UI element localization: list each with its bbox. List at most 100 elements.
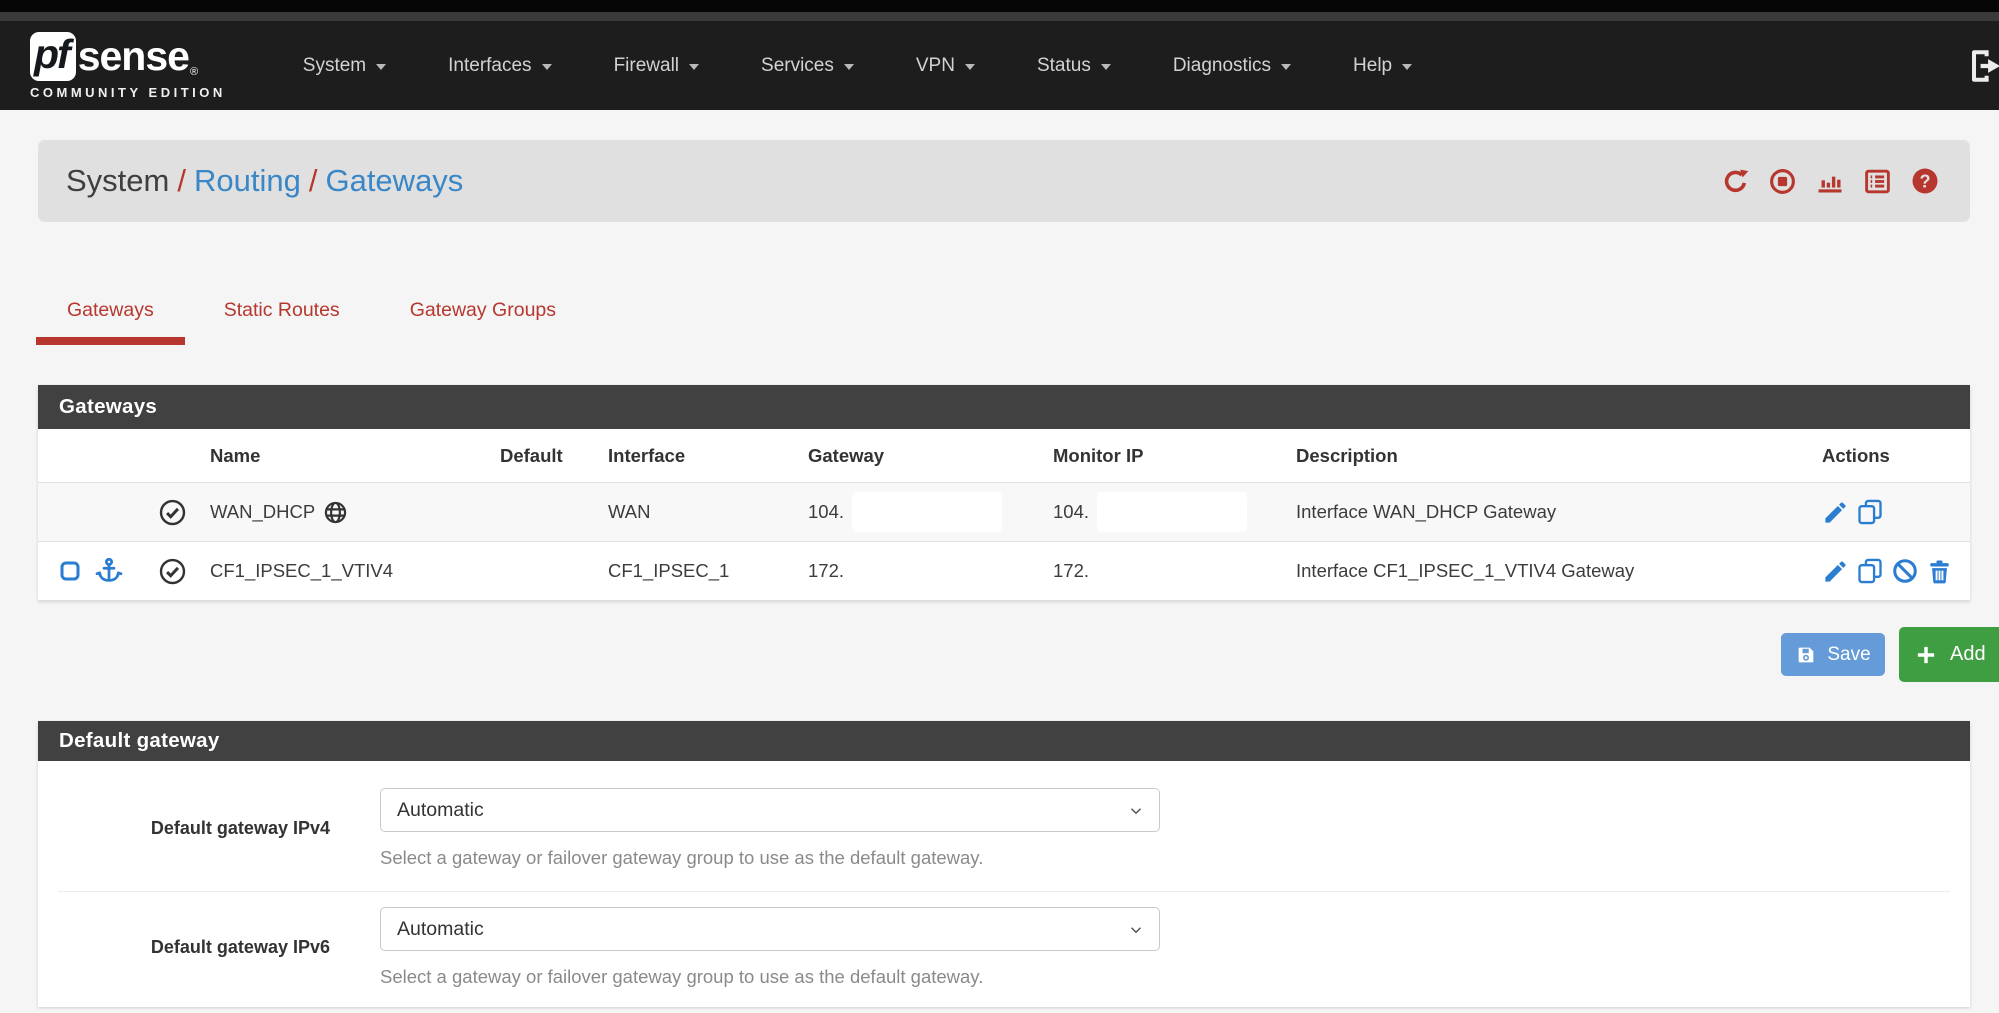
col-actions: Actions xyxy=(1822,445,1970,467)
nav-menu: System Interfaces Firewall Services VPN … xyxy=(272,55,1443,77)
default-gateway-ipv6-help: Select a gateway or failover gateway gro… xyxy=(380,966,1160,988)
breadcrumb-routing-link[interactable]: Routing xyxy=(194,163,301,198)
breadcrumb-bar: System/Routing/Gateways xyxy=(38,140,1970,222)
monitor-ip: 104. xyxy=(1053,501,1089,523)
pfsense-logo-sense: sense xyxy=(78,36,189,77)
tab-gateway-groups[interactable]: Gateway Groups xyxy=(379,283,587,345)
nav-item-label: Services xyxy=(761,55,834,77)
gateway-status-icon xyxy=(158,557,210,586)
redaction-box xyxy=(852,492,1002,532)
edit-icon[interactable] xyxy=(1822,499,1849,526)
col-description: Description xyxy=(1296,445,1822,467)
gateway-interface: CF1_IPSEC_1 xyxy=(608,560,808,582)
chevron-down-icon xyxy=(1127,921,1145,939)
nav-item-vpn[interactable]: VPN xyxy=(885,55,1006,77)
plus-icon xyxy=(1913,642,1939,668)
tab-static-routes[interactable]: Static Routes xyxy=(193,283,371,345)
add-button[interactable]: Add xyxy=(1899,627,1999,682)
anchor-icon[interactable] xyxy=(94,556,124,586)
col-interface: Interface xyxy=(608,445,808,467)
breadcrumb-separator: / xyxy=(169,163,194,198)
pfsense-logo-pf: pf xyxy=(30,32,76,81)
chevron-down-icon xyxy=(1101,64,1111,70)
window-top-edge xyxy=(0,0,1999,12)
save-button-label: Save xyxy=(1827,644,1870,666)
bar-chart-icon[interactable] xyxy=(1815,167,1845,196)
nav-item-diagnostics[interactable]: Diagnostics xyxy=(1142,55,1322,77)
breadcrumb: System/Routing/Gateways xyxy=(66,163,463,199)
nav-item-interfaces[interactable]: Interfaces xyxy=(417,55,582,77)
default-gateway-ipv4-select[interactable]: Automatic xyxy=(380,788,1160,832)
col-gateway: Gateway xyxy=(808,445,1053,467)
chevron-down-icon xyxy=(965,64,975,70)
table-row-cf1-ipsec: CF1_IPSEC_1_VTIV4 CF1_IPSEC_1 172. 172. … xyxy=(38,541,1970,601)
chevron-down-icon xyxy=(542,64,552,70)
col-monitor-ip: Monitor IP xyxy=(1053,445,1296,467)
nav-item-label: Interfaces xyxy=(448,55,531,77)
nav-item-firewall[interactable]: Firewall xyxy=(583,55,730,77)
ban-icon[interactable] xyxy=(1891,557,1919,585)
pfsense-logo-reg: ® xyxy=(190,67,198,78)
table-row-wan-dhcp: WAN_DHCP WAN 104. 104. Interface WAN_DHC… xyxy=(38,482,1970,541)
nav-item-label: Status xyxy=(1037,55,1091,77)
gateway-interface: WAN xyxy=(608,501,808,523)
gateway-description: Interface CF1_IPSEC_1_VTIV4 Gateway xyxy=(1296,560,1822,582)
tab-gateways[interactable]: Gateways xyxy=(36,283,185,345)
breadcrumb-icon-group: ? xyxy=(1721,166,1940,196)
svg-text:?: ? xyxy=(1919,171,1930,191)
save-button[interactable]: Save xyxy=(1781,633,1885,676)
delete-icon[interactable] xyxy=(1926,558,1953,585)
form-divider xyxy=(58,891,1950,892)
chevron-down-icon xyxy=(1127,802,1145,820)
stop-circle-icon[interactable] xyxy=(1768,167,1797,196)
breadcrumb-gateways-link[interactable]: Gateways xyxy=(325,163,463,198)
edit-icon[interactable] xyxy=(1822,558,1849,585)
nav-item-help[interactable]: Help xyxy=(1322,55,1443,77)
copy-icon[interactable] xyxy=(1856,498,1884,526)
nav-item-label: Help xyxy=(1353,55,1392,77)
gateways-panel-title: Gateways xyxy=(38,385,1970,429)
default-gateway-ipv6-row: Default gateway IPv6 Automatic Select a … xyxy=(38,907,1970,988)
save-icon xyxy=(1795,644,1817,666)
nav-item-label: System xyxy=(303,55,366,77)
window-title-strip xyxy=(0,12,1999,21)
sign-out-icon[interactable] xyxy=(1965,45,1999,87)
chevron-down-icon xyxy=(689,64,699,70)
nav-item-label: Firewall xyxy=(614,55,679,77)
default-gateway-ipv4-value: Automatic xyxy=(397,799,484,822)
pfsense-logo-edition: COMMUNITY EDITION xyxy=(30,86,226,99)
gateway-status-icon xyxy=(158,498,210,527)
gateway-address: 104. xyxy=(808,501,844,523)
nav-item-status[interactable]: Status xyxy=(1006,55,1142,77)
chevron-down-icon xyxy=(376,64,386,70)
square-icon[interactable] xyxy=(58,559,82,583)
default-gateway-ipv4-help: Select a gateway or failover gateway gro… xyxy=(380,847,1160,869)
monitor-ip: 172. xyxy=(1053,560,1296,582)
refresh-icon[interactable] xyxy=(1721,167,1750,196)
chevron-down-icon xyxy=(844,64,854,70)
help-icon[interactable]: ? xyxy=(1910,166,1940,196)
default-gateway-ipv6-label: Default gateway IPv6 xyxy=(38,937,330,958)
nav-item-system[interactable]: System xyxy=(272,55,417,77)
default-gateway-ipv6-value: Automatic xyxy=(397,918,484,941)
add-button-label: Add xyxy=(1950,643,1986,666)
redaction-box xyxy=(1097,492,1247,532)
gateways-table-header: Name Default Interface Gateway Monitor I… xyxy=(38,429,1970,482)
routing-tabs: Gateways Static Routes Gateway Groups xyxy=(36,283,595,345)
chevron-down-icon xyxy=(1281,64,1291,70)
pfsense-logo[interactable]: pf sense ® COMMUNITY EDITION xyxy=(30,32,226,99)
copy-icon[interactable] xyxy=(1856,557,1884,585)
col-default: Default xyxy=(500,445,608,467)
breadcrumb-separator: / xyxy=(301,163,326,198)
default-gateway-ipv6-select[interactable]: Automatic xyxy=(380,907,1160,951)
chevron-down-icon xyxy=(1402,64,1412,70)
default-gateway-ipv4-row: Default gateway IPv4 Automatic Select a … xyxy=(38,788,1970,869)
gateway-description: Interface WAN_DHCP Gateway xyxy=(1296,501,1822,523)
gateway-address: 172. xyxy=(808,560,1053,582)
gateway-name: WAN_DHCP xyxy=(210,501,315,523)
log-list-icon[interactable] xyxy=(1863,167,1892,196)
gateway-name: CF1_IPSEC_1_VTIV4 xyxy=(210,560,500,582)
col-name: Name xyxy=(210,445,500,467)
default-gateway-ipv4-label: Default gateway IPv4 xyxy=(38,818,330,839)
nav-item-services[interactable]: Services xyxy=(730,55,885,77)
